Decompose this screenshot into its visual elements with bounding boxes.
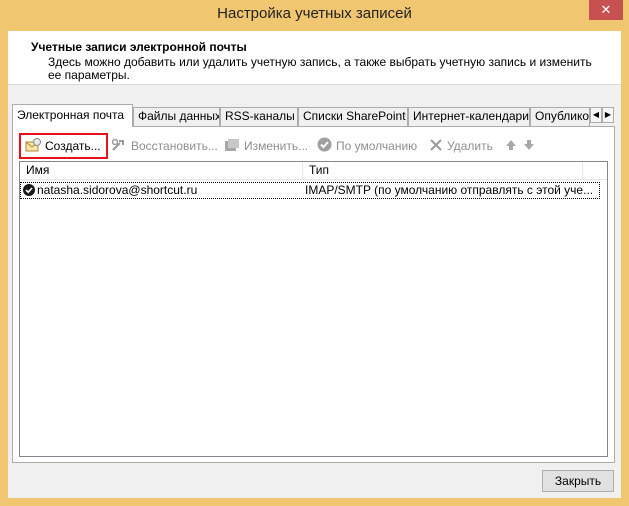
default-account-check-icon: [23, 184, 37, 199]
change-button-label: Изменить...: [244, 139, 309, 153]
header-title: Учетные записи электронной почты: [31, 40, 247, 54]
arrow-down-icon: [523, 139, 535, 154]
tab-strip: Электронная почта Файлы данных RSS-канал…: [12, 104, 615, 127]
dialog-header: Учетные записи электронной почты Здесь м…: [8, 31, 621, 85]
tab-panel-email: Создать... Восстановить... Изменить... П…: [12, 126, 615, 463]
window-close-button[interactable]: ✕: [589, 0, 623, 20]
arrow-up-icon: [505, 139, 517, 154]
column-header-name[interactable]: Имя: [20, 162, 303, 180]
tab-sharepoint-lists[interactable]: Списки SharePoint: [298, 107, 408, 126]
tab-data-files[interactable]: Файлы данных: [133, 107, 220, 126]
restore-button-label: Восстановить...: [131, 139, 218, 153]
tab-rss-feeds[interactable]: RSS-каналы: [220, 107, 298, 126]
create-account-icon: [25, 137, 41, 155]
change-button[interactable]: Изменить...: [224, 133, 308, 159]
close-button[interactable]: Закрыть: [542, 470, 614, 492]
column-header-type[interactable]: Тип: [303, 162, 583, 180]
set-default-button-label: По умолчанию: [336, 139, 418, 153]
account-list-header: Имя Тип: [20, 162, 607, 180]
restore-icon: [111, 138, 127, 155]
tab-email[interactable]: Электронная почта: [12, 104, 133, 127]
tab-scroll-right-icon[interactable]: ▶: [602, 107, 614, 123]
tab-internet-calendars[interactable]: Интернет-календари: [408, 107, 530, 126]
create-button-label: Создать...: [45, 139, 101, 153]
title-bar: Настройка учетных записей ✕: [0, 0, 629, 31]
default-check-icon: [317, 137, 332, 155]
create-button[interactable]: Создать...: [19, 133, 108, 159]
account-type: IMAP/SMTP (по умолчанию отправлять с это…: [305, 183, 594, 197]
tab-scroll-left-icon[interactable]: ◀: [590, 107, 602, 123]
restore-button[interactable]: Восстановить...: [111, 133, 218, 159]
delete-x-icon: [429, 138, 443, 155]
account-list[interactable]: Имя Тип natasha.sidorova@shortcut.ru IMA…: [19, 161, 608, 457]
account-name: natasha.sidorova@shortcut.ru: [37, 183, 198, 197]
header-description: Здесь можно добавить или удалить учетную…: [48, 55, 592, 82]
move-up-button[interactable]: [505, 133, 521, 159]
dialog-body: Учетные записи электронной почты Здесь м…: [8, 31, 621, 498]
delete-button-label: Удалить: [447, 139, 493, 153]
account-row[interactable]: natasha.sidorova@shortcut.ru IMAP/SMTP (…: [20, 182, 600, 199]
tab-published-calendars[interactable]: Опублико: [530, 107, 590, 126]
window-title: Настройка учетных записей: [217, 5, 412, 22]
set-default-button[interactable]: По умолчанию: [317, 133, 417, 159]
change-icon: [224, 138, 240, 155]
account-toolbar: Создать... Восстановить... Изменить... П…: [19, 133, 609, 159]
delete-button[interactable]: Удалить: [429, 133, 493, 159]
move-down-button[interactable]: [523, 133, 539, 159]
